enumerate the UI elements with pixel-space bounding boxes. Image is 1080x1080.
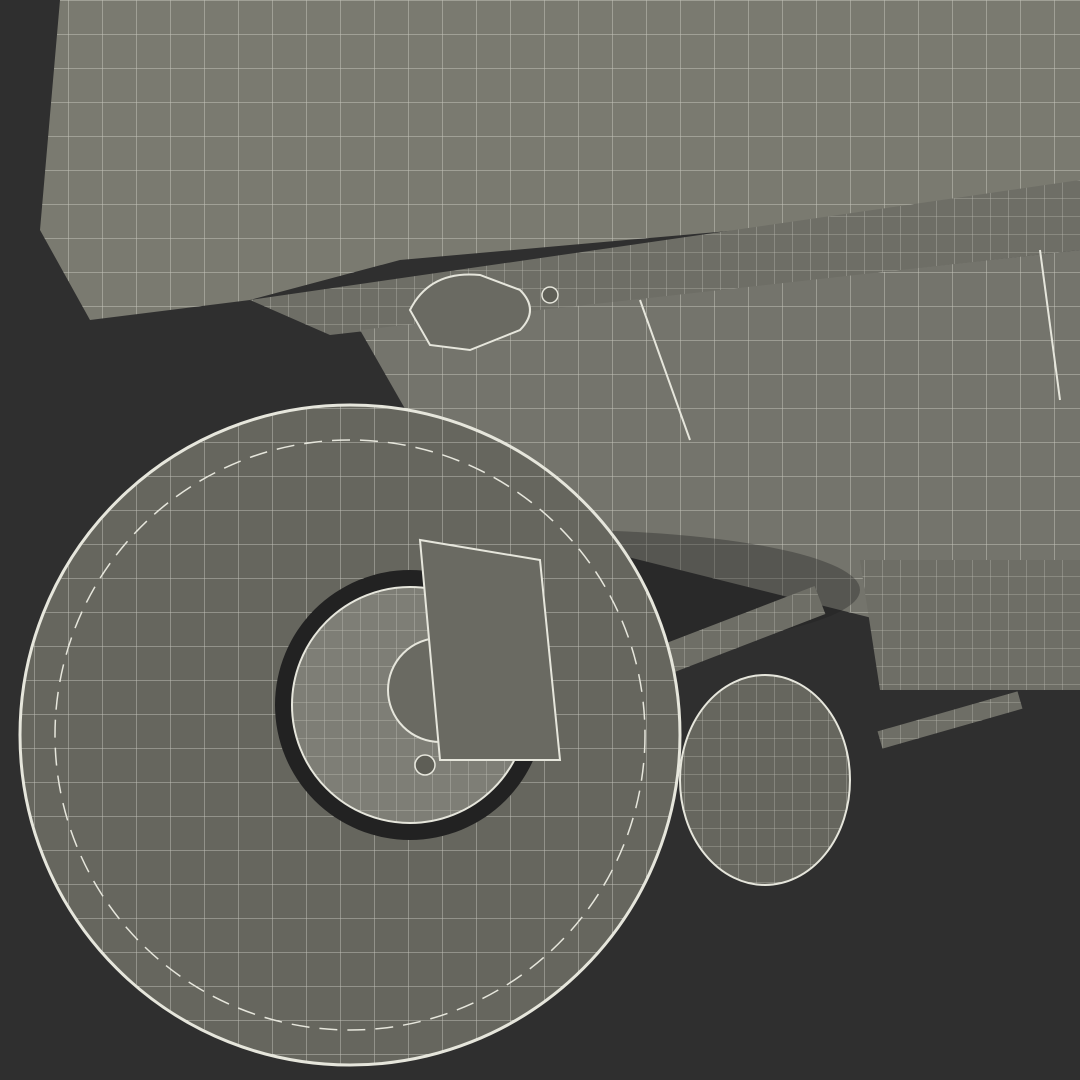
frame-bracket	[860, 560, 1080, 690]
rear-tire	[679, 674, 851, 886]
render-viewport	[0, 0, 1080, 1080]
vehicle-underside-wireframe	[0, 0, 1080, 1080]
